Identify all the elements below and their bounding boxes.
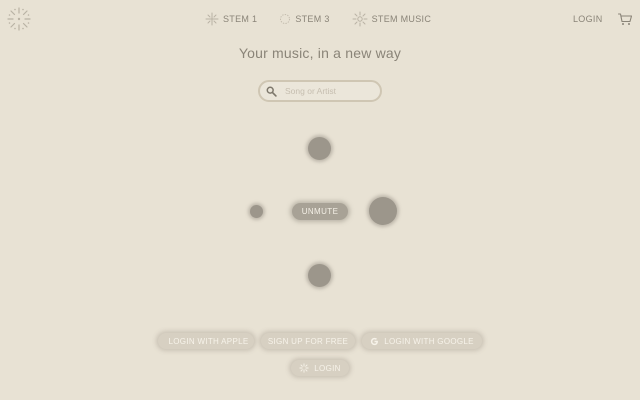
cart-icon[interactable] [617,11,633,27]
page: STEM 1 STEM 3 STEM MUSIC LOGIN Your musi… [0,0,640,400]
sparkle-icon [205,12,219,26]
login-row: LOGIN [0,360,640,376]
login-with-google-button[interactable]: LOGIN WITH GOOGLE [362,333,482,349]
header-login-link[interactable]: LOGIN [573,14,603,24]
starburst-logo-icon[interactable] [6,6,32,32]
stem-dot-right[interactable] [369,197,397,225]
sign-up-button[interactable]: SIGN UP FOR FREE [261,333,355,349]
apple-button-label: LOGIN WITH APPLE [168,336,249,346]
page-title: Your music, in a new way [238,45,402,61]
nav-item-label: STEM 1 [223,14,258,24]
google-button-label: LOGIN WITH GOOGLE [384,336,474,346]
nav-item-label: STEM 3 [295,14,330,24]
google-icon [371,337,379,345]
stem-dot-bottom[interactable] [308,264,331,287]
top-nav: STEM 1 STEM 3 STEM MUSIC [205,11,431,27]
search-icon [266,86,277,97]
unmute-button[interactable]: UNMUTE [292,203,348,220]
login-button[interactable]: LOGIN [291,360,349,376]
ring-icon [280,14,291,24]
login-with-apple-button[interactable]: LOGIN WITH APPLE [158,333,254,349]
search-box [258,80,382,102]
search-input[interactable] [285,86,375,96]
nav-item-stem-3[interactable]: STEM 3 [279,13,329,25]
nav-item-stem-music[interactable]: STEM MUSIC [352,11,432,27]
sparkle-icon [299,363,309,373]
sun-icon [352,11,368,27]
nav-item-label: STEM MUSIC [371,14,432,24]
signup-button-label: SIGN UP FOR FREE [267,336,349,346]
login-button-label: LOGIN [314,363,341,373]
unmute-label: UNMUTE [301,207,339,216]
stem-dot-top[interactable] [308,137,331,160]
stem-dot-left[interactable] [250,205,263,218]
nav-item-stem-1[interactable]: STEM 1 [205,12,257,26]
auth-buttons: LOGIN WITH APPLE SIGN UP FOR FREE LOGIN … [0,333,640,349]
